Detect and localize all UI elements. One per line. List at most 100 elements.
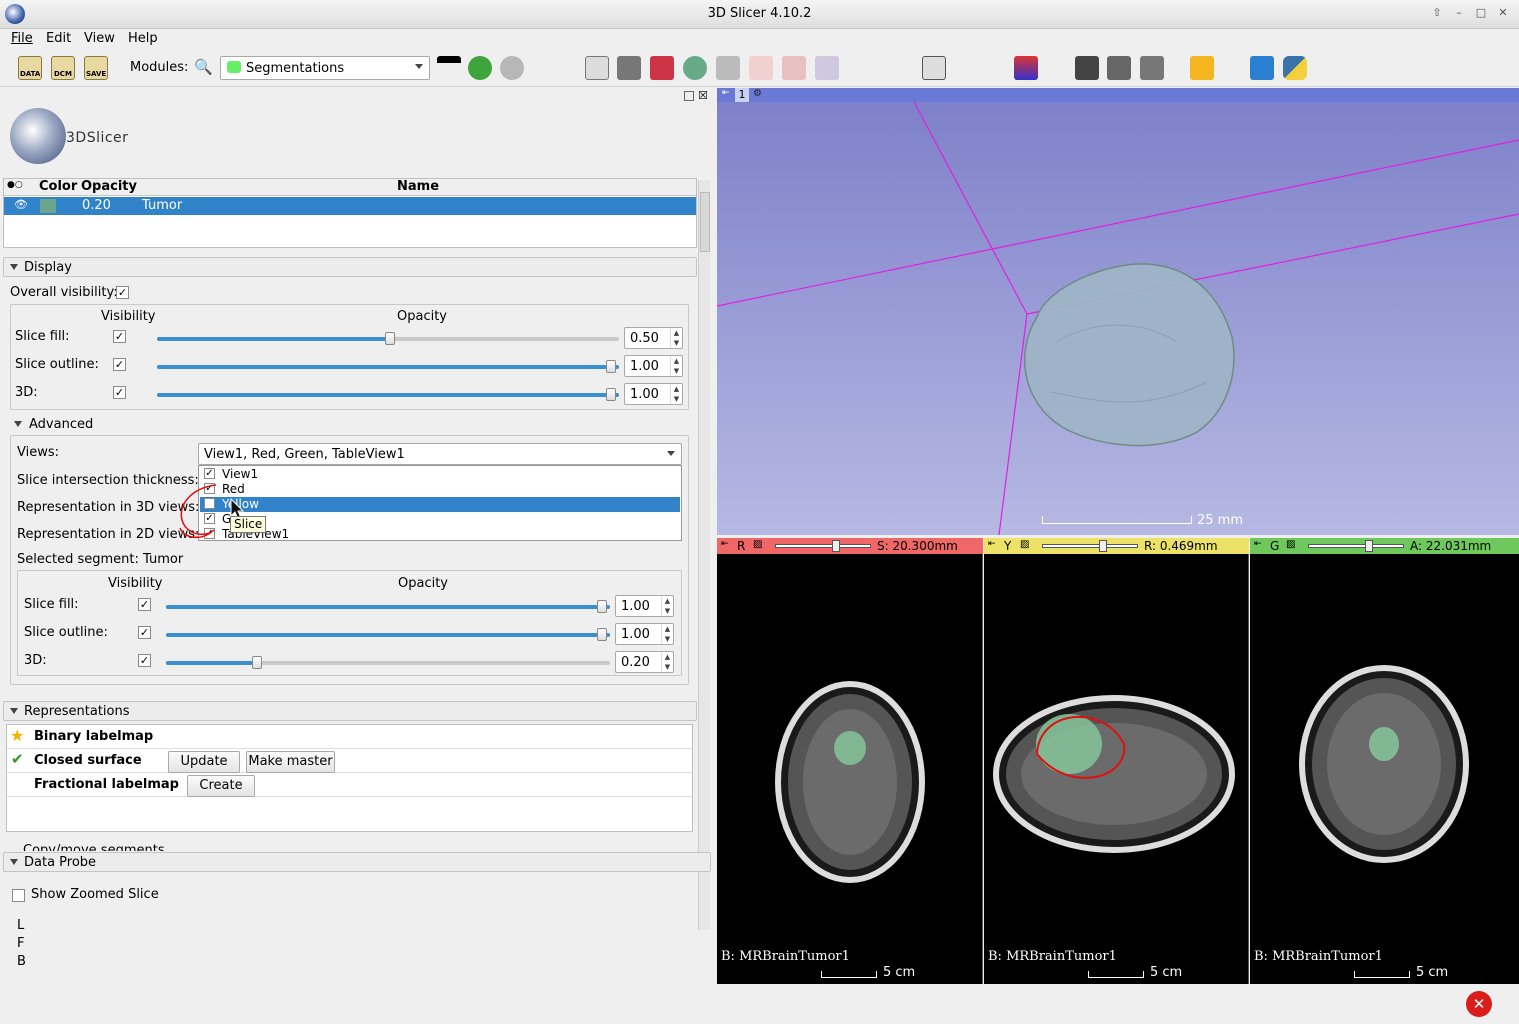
scene-view-icon[interactable]: [1107, 56, 1131, 80]
mouse-mode-icon[interactable]: [1014, 56, 1038, 80]
show-zoomed-checkbox[interactable]: [12, 889, 25, 902]
maximize-icon[interactable]: □: [1472, 6, 1490, 22]
segment-row-opacity-slider[interactable]: [166, 600, 610, 613]
link-icon[interactable]: ▨: [1286, 539, 1295, 550]
extension-manager-icon[interactable]: [1250, 56, 1274, 80]
pin-icon[interactable]: ⇤: [988, 539, 996, 549]
menu-edit[interactable]: Edit: [46, 31, 71, 46]
editor-module-icon[interactable]: [782, 56, 806, 80]
view-settings-icon[interactable]: ⚙: [753, 88, 762, 99]
views-dropdown-item[interactable]: ✓ Green: [200, 512, 680, 527]
spin-arrows-icon[interactable]: ▲ ▼: [670, 356, 682, 376]
representations-section-header[interactable]: Representations: [3, 701, 697, 721]
pin-icon[interactable]: ⇤: [1254, 539, 1262, 549]
menu-file[interactable]: File: [11, 31, 33, 46]
create-button[interactable]: Create: [187, 775, 255, 797]
views-dropdown-item[interactable]: ✓ View1: [200, 467, 680, 482]
segment-color-swatch[interactable]: [40, 199, 56, 213]
data-probe-header[interactable]: Data Probe: [3, 852, 711, 872]
3d-view[interactable]: ⇤ 1 ⚙ 25 mm: [717, 88, 1519, 535]
slice-offset-slider[interactable]: [775, 540, 871, 552]
segment-row-opacity-spinbox[interactable]: 1.00 ▲ ▼: [615, 595, 674, 617]
eye-icon[interactable]: 👁: [14, 198, 28, 211]
module-search-icon[interactable]: 🔍: [194, 58, 213, 76]
models-module-icon[interactable]: [650, 56, 674, 80]
load-data-button[interactable]: DATA: [18, 56, 42, 80]
slider-handle[interactable]: [1099, 540, 1107, 552]
segment-row-opacity-slider[interactable]: [166, 628, 610, 641]
panel-scrollbar[interactable]: [698, 180, 710, 930]
advanced-arrow-icon[interactable]: [14, 421, 22, 427]
display-row-opacity-slider[interactable]: [157, 388, 619, 401]
display-row-visibility-checkbox[interactable]: ✓: [113, 330, 126, 343]
screenshot-icon[interactable]: [1075, 56, 1099, 80]
back-arrow-icon[interactable]: [468, 56, 492, 80]
segment-opacity[interactable]: 0.20: [82, 198, 111, 213]
segment-row-opacity-spinbox[interactable]: 1.00 ▲ ▼: [615, 623, 674, 645]
slider-handle[interactable]: [1365, 540, 1373, 552]
undock-icon[interactable]: [684, 91, 694, 101]
pin-icon[interactable]: ⇤: [721, 539, 729, 549]
slider-handle[interactable]: [606, 360, 616, 373]
volumes-module-icon[interactable]: [617, 56, 641, 80]
table-row[interactable]: 👁 0.20 Tumor: [4, 197, 696, 215]
spin-arrows-icon[interactable]: ▲ ▼: [661, 596, 673, 616]
module-selector[interactable]: Segmentations: [220, 56, 430, 80]
segment-name[interactable]: Tumor: [142, 198, 182, 213]
error-log-icon[interactable]: ✕: [1466, 991, 1492, 1017]
markups-module-icon[interactable]: [716, 56, 740, 80]
views-selector[interactable]: View1, Red, Green, TableView1: [198, 443, 682, 465]
slider-handle[interactable]: [606, 388, 616, 401]
python-console-icon[interactable]: [1283, 56, 1307, 80]
display-row-opacity-spinbox[interactable]: 1.00 ▲ ▼: [624, 383, 683, 405]
views-dropdown-item[interactable]: ✓ Red: [200, 482, 680, 497]
segment-row-opacity-spinbox[interactable]: 0.20 ▲ ▼: [615, 651, 674, 673]
link-icon[interactable]: ▨: [1020, 539, 1029, 550]
display-section-header[interactable]: Display: [3, 257, 697, 277]
menu-help[interactable]: Help: [128, 31, 158, 46]
slider-handle[interactable]: [597, 628, 607, 641]
slice-view[interactable]: B: MRBrainTumor1 5 cm: [1250, 554, 1519, 984]
views-dropdown-item[interactable]: ✓ TableView1: [200, 527, 680, 542]
slice-offset-slider[interactable]: [1042, 540, 1138, 552]
advanced-label[interactable]: Advanced: [29, 417, 93, 432]
overall-visibility-checkbox[interactable]: ✓: [116, 286, 129, 299]
display-row-opacity-spinbox[interactable]: 1.00 ▲ ▼: [624, 355, 683, 377]
slice-offset-slider[interactable]: [1308, 540, 1404, 552]
display-row-visibility-checkbox[interactable]: ✓: [113, 386, 126, 399]
slider-handle[interactable]: [832, 540, 840, 552]
segment-row-visibility-checkbox[interactable]: ✓: [138, 598, 151, 611]
copy-move-header[interactable]: Copy/move segments: [3, 842, 697, 851]
module-history-button[interactable]: [437, 56, 461, 80]
minimize-icon[interactable]: –: [1450, 6, 1468, 22]
data-module-icon[interactable]: [585, 56, 609, 80]
display-row-opacity-slider[interactable]: [157, 332, 619, 345]
forward-arrow-icon[interactable]: [500, 56, 524, 80]
view-item-checkbox[interactable]: ✓: [204, 468, 215, 479]
make-master-button[interactable]: Make master: [246, 751, 335, 773]
segment-row-opacity-slider[interactable]: [166, 656, 610, 669]
scene-capture-icon[interactable]: [1140, 56, 1164, 80]
pin-icon[interactable]: ⇤: [722, 88, 730, 98]
close-panel-icon[interactable]: ☒: [698, 89, 708, 102]
save-button[interactable]: SAVE: [84, 56, 108, 80]
close-window-icon[interactable]: ✕: [1494, 6, 1512, 22]
display-row-visibility-checkbox[interactable]: ✓: [113, 358, 126, 371]
spin-arrows-icon[interactable]: ▲ ▼: [661, 624, 673, 644]
views-dropdown-item[interactable]: Yellow: [200, 497, 680, 512]
display-row-opacity-slider[interactable]: [157, 360, 619, 373]
spin-arrows-icon[interactable]: ▲ ▼: [670, 384, 682, 404]
crosshair-icon[interactable]: [1190, 56, 1214, 80]
segment-row-visibility-checkbox[interactable]: ✓: [138, 654, 151, 667]
spin-arrows-icon[interactable]: ▲ ▼: [661, 652, 673, 672]
slider-handle[interactable]: [597, 600, 607, 613]
scrollbar-handle[interactable]: [700, 192, 710, 252]
view-number-tab[interactable]: 1: [735, 88, 749, 102]
spin-arrows-icon[interactable]: ▲ ▼: [670, 328, 682, 348]
slice-view[interactable]: B: MRBrainTumor1 5 cm: [984, 554, 1249, 984]
slider-handle[interactable]: [385, 332, 395, 345]
fiducial-module-icon[interactable]: [749, 56, 773, 80]
window-up-icon[interactable]: ⇧: [1428, 6, 1446, 22]
slider-handle[interactable]: [252, 656, 262, 669]
display-row-opacity-spinbox[interactable]: 0.50 ▲ ▼: [624, 327, 683, 349]
